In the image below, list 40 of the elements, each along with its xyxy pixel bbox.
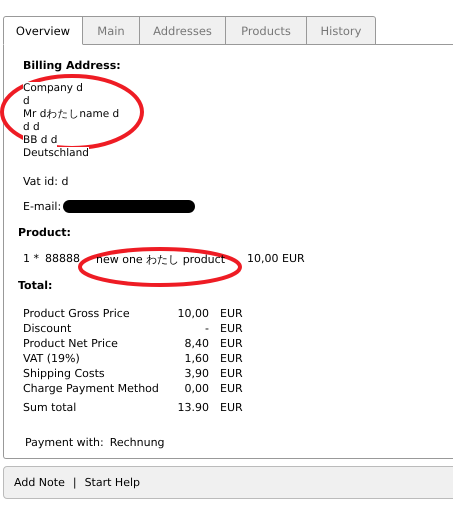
product-price: 10,00 EUR — [247, 252, 305, 267]
email-label: E-mail: — [23, 200, 62, 213]
total-amount: - — [204, 321, 209, 336]
total-label: Shipping Costs — [23, 366, 106, 381]
separator-mark: | — [72, 476, 77, 489]
tab[interactable]: Overview — [3, 16, 83, 45]
total-amount: 10,00 — [176, 306, 209, 321]
total-label: Product Gross Price — [23, 306, 131, 321]
total-amount: 1,60 — [184, 351, 209, 366]
total-label: Product Net Price — [23, 336, 119, 351]
section-heading: Product: — [18, 226, 72, 239]
tab[interactable]: Main — [83, 16, 140, 45]
tab[interactable]: History — [307, 16, 376, 45]
tab[interactable]: Addresses — [140, 16, 226, 45]
total-amount: 13.90 — [176, 400, 209, 415]
product-name: new one わたし product — [96, 252, 226, 267]
total-currency: EUR — [219, 381, 244, 396]
total-currency: EUR — [219, 336, 244, 351]
total-currency: EUR — [219, 351, 244, 366]
total-label: Discount — [23, 321, 72, 336]
footer-link[interactable]: Add Note — [14, 476, 65, 489]
total-currency: EUR — [219, 400, 244, 415]
total-label: VAT (19%) — [23, 351, 81, 366]
payment-label: Payment with: — [25, 436, 104, 449]
product-number: 88888 — [45, 252, 81, 267]
section-heading: Billing Address: — [23, 59, 122, 72]
total-currency: EUR — [219, 366, 244, 381]
vat-id-text: Vat id: d — [23, 175, 70, 188]
total-amount: 8,40 — [184, 336, 209, 351]
total-amount: 3,90 — [184, 366, 209, 381]
total-currency: EUR — [219, 306, 244, 321]
total-label: Sum total — [23, 400, 78, 415]
quantity-text: 1 * — [23, 252, 39, 267]
tab[interactable]: Products — [226, 16, 307, 45]
total-currency: EUR — [219, 321, 244, 336]
payment-method: Rechnung — [110, 436, 165, 449]
total-label: Charge Payment Method — [23, 381, 160, 396]
total-amount: 0,00 — [184, 381, 209, 396]
section-heading: Total: — [18, 279, 54, 292]
footer-link[interactable]: Start Help — [84, 476, 140, 489]
